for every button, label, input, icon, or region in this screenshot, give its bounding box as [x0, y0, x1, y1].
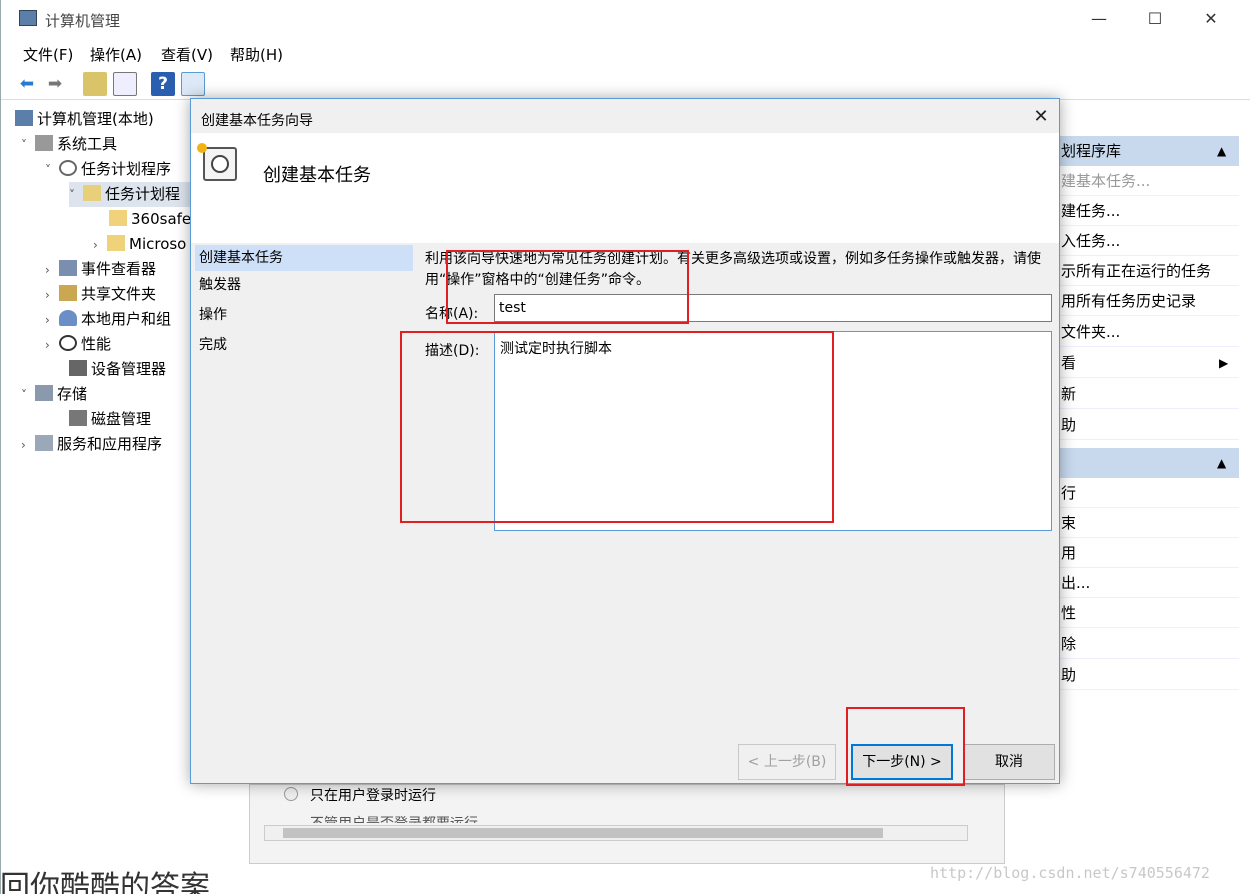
- action-refresh[interactable]: 新: [1053, 379, 1239, 409]
- actions-section2-header[interactable]: ▲: [1053, 448, 1239, 478]
- radio-logged-on-only[interactable]: [284, 787, 298, 801]
- close-button[interactable]: ✕: [1183, 0, 1239, 38]
- dialog-title: 创建基本任务向导: [201, 113, 313, 129]
- step-create-basic-task[interactable]: 创建基本任务: [195, 245, 413, 271]
- tree-item-storage[interactable]: ˅ 存储: [21, 382, 87, 407]
- highlight-box-name: [446, 250, 689, 324]
- task-properties-panel: 只在用户登录时运行 不管用户是否登录都要运行: [249, 784, 1005, 864]
- show-tree-icon[interactable]: [113, 72, 137, 96]
- action-create-task[interactable]: 建任务...: [1053, 196, 1239, 226]
- dialog-heading: 创建基本任务: [263, 165, 371, 186]
- app-icon: [19, 10, 37, 26]
- action-help-2[interactable]: 助: [1053, 660, 1239, 690]
- action-help[interactable]: 助: [1053, 410, 1239, 440]
- action-delete[interactable]: 除: [1053, 629, 1239, 659]
- action-pane-icon[interactable]: [181, 72, 205, 96]
- tree-item-shared-folders[interactable]: › 共享文件夹: [45, 282, 156, 307]
- maximize-button[interactable]: ☐: [1127, 0, 1183, 38]
- highlight-box-next: [846, 707, 965, 786]
- action-properties[interactable]: 性: [1053, 598, 1239, 628]
- tree-item-computer-management[interactable]: 计算机管理(本地): [15, 107, 154, 132]
- window-title: 计算机管理: [45, 12, 121, 30]
- users-icon: [59, 310, 77, 326]
- menu-view[interactable]: 查看(V): [161, 44, 213, 65]
- tree-item-local-users[interactable]: › 本地用户和组: [45, 307, 171, 332]
- action-import-task[interactable]: 入任务...: [1053, 226, 1239, 256]
- event-viewer-icon: [59, 260, 77, 276]
- menu-help[interactable]: 帮助(H): [230, 44, 283, 65]
- computer-icon: [15, 110, 33, 126]
- tools-icon: [35, 135, 53, 151]
- menu-action[interactable]: 操作(A): [90, 44, 142, 65]
- tree-item-system-tools[interactable]: ˅ 系统工具: [21, 132, 117, 157]
- action-show-running-tasks[interactable]: 示所有正在运行的任务: [1053, 256, 1239, 286]
- tree-item-device-manager[interactable]: 设备管理器: [69, 357, 166, 382]
- radio-whether-logged-on-label: 不管用户是否登录都要运行: [310, 813, 478, 823]
- tree-item-event-viewer[interactable]: › 事件查看器: [45, 257, 156, 282]
- tree-item-360safe[interactable]: 360safe: [109, 207, 191, 232]
- dialog-header: 创建基本任务: [191, 133, 1059, 243]
- star-icon: [197, 143, 207, 153]
- menu-bar: 文件(F) 操作(A) 查看(V) 帮助(H): [1, 38, 1250, 68]
- action-run[interactable]: 行: [1053, 478, 1239, 508]
- step-trigger[interactable]: 触发器: [195, 272, 413, 298]
- bottom-panel-clip: 不管用户是否登录都要运行: [284, 813, 984, 823]
- action-end[interactable]: 束: [1053, 508, 1239, 538]
- menu-file[interactable]: 文件(F): [23, 44, 73, 65]
- folder-clock-icon: [83, 185, 101, 201]
- actions-section-header[interactable]: 划程序库 ▲: [1053, 136, 1239, 166]
- title-bar: 计算机管理 — ☐ ✕: [1, 0, 1250, 38]
- tree-item-services-apps[interactable]: › 服务和应用程序: [21, 432, 162, 457]
- device-manager-icon: [69, 360, 87, 376]
- collapse-icon[interactable]: ▲: [1217, 448, 1226, 478]
- services-icon: [35, 435, 53, 451]
- tree-item-microsoft[interactable]: › Microso: [93, 232, 186, 257]
- overlay-text: 回你酷酷的答案: [0, 870, 210, 894]
- task-clock-icon: [203, 147, 237, 181]
- folder-icon: [109, 210, 127, 226]
- action-view[interactable]: 看 ▶: [1053, 348, 1239, 378]
- back-arrow-icon[interactable]: ⬅: [15, 72, 39, 96]
- tree-item-disk-management[interactable]: 磁盘管理: [69, 407, 151, 432]
- folder-icon: [107, 235, 125, 251]
- tree-item-performance[interactable]: › 性能: [45, 332, 111, 357]
- tree-item-task-scheduler[interactable]: ˅ 任务计划程序: [45, 157, 171, 182]
- highlight-box-description: [400, 331, 834, 523]
- submenu-arrow-icon: ▶: [1219, 356, 1229, 370]
- action-disable[interactable]: 用: [1053, 538, 1239, 568]
- watermark: http://blog.csdn.net/s740556472: [930, 864, 1210, 882]
- action-new-folder[interactable]: 文件夹...: [1053, 317, 1239, 347]
- cancel-button[interactable]: 取消: [963, 744, 1055, 780]
- forward-arrow-icon[interactable]: ➡: [43, 72, 67, 96]
- minimize-button[interactable]: —: [1071, 0, 1127, 38]
- dialog-close-button[interactable]: ✕: [1027, 103, 1055, 131]
- action-export[interactable]: 出...: [1053, 568, 1239, 598]
- collapse-icon[interactable]: ▲: [1217, 136, 1226, 166]
- clock-icon: [59, 160, 77, 176]
- previous-button[interactable]: < 上一步(B): [738, 744, 836, 780]
- step-action[interactable]: 操作: [195, 302, 413, 328]
- disk-icon: [69, 410, 87, 426]
- storage-icon: [35, 385, 53, 401]
- performance-icon: [59, 335, 77, 351]
- actions-pane: 划程序库 ▲ 建基本任务... 建任务... 入任务... 示所有正在运行的任务 …: [1053, 136, 1239, 836]
- step-finish[interactable]: 完成: [195, 332, 413, 358]
- up-folder-icon[interactable]: [83, 72, 107, 96]
- shared-folder-icon: [59, 285, 77, 301]
- scrollbar-thumb[interactable]: [283, 828, 883, 838]
- horizontal-scrollbar[interactable]: [264, 825, 968, 841]
- radio-logged-on-label: 只在用户登录时运行: [310, 788, 436, 804]
- help-icon[interactable]: ?: [151, 72, 175, 96]
- action-enable-history[interactable]: 用所有任务历史记录: [1053, 286, 1239, 316]
- action-create-basic-task[interactable]: 建基本任务...: [1053, 166, 1239, 196]
- toolbar: ⬅ ➡ ?: [1, 68, 1250, 100]
